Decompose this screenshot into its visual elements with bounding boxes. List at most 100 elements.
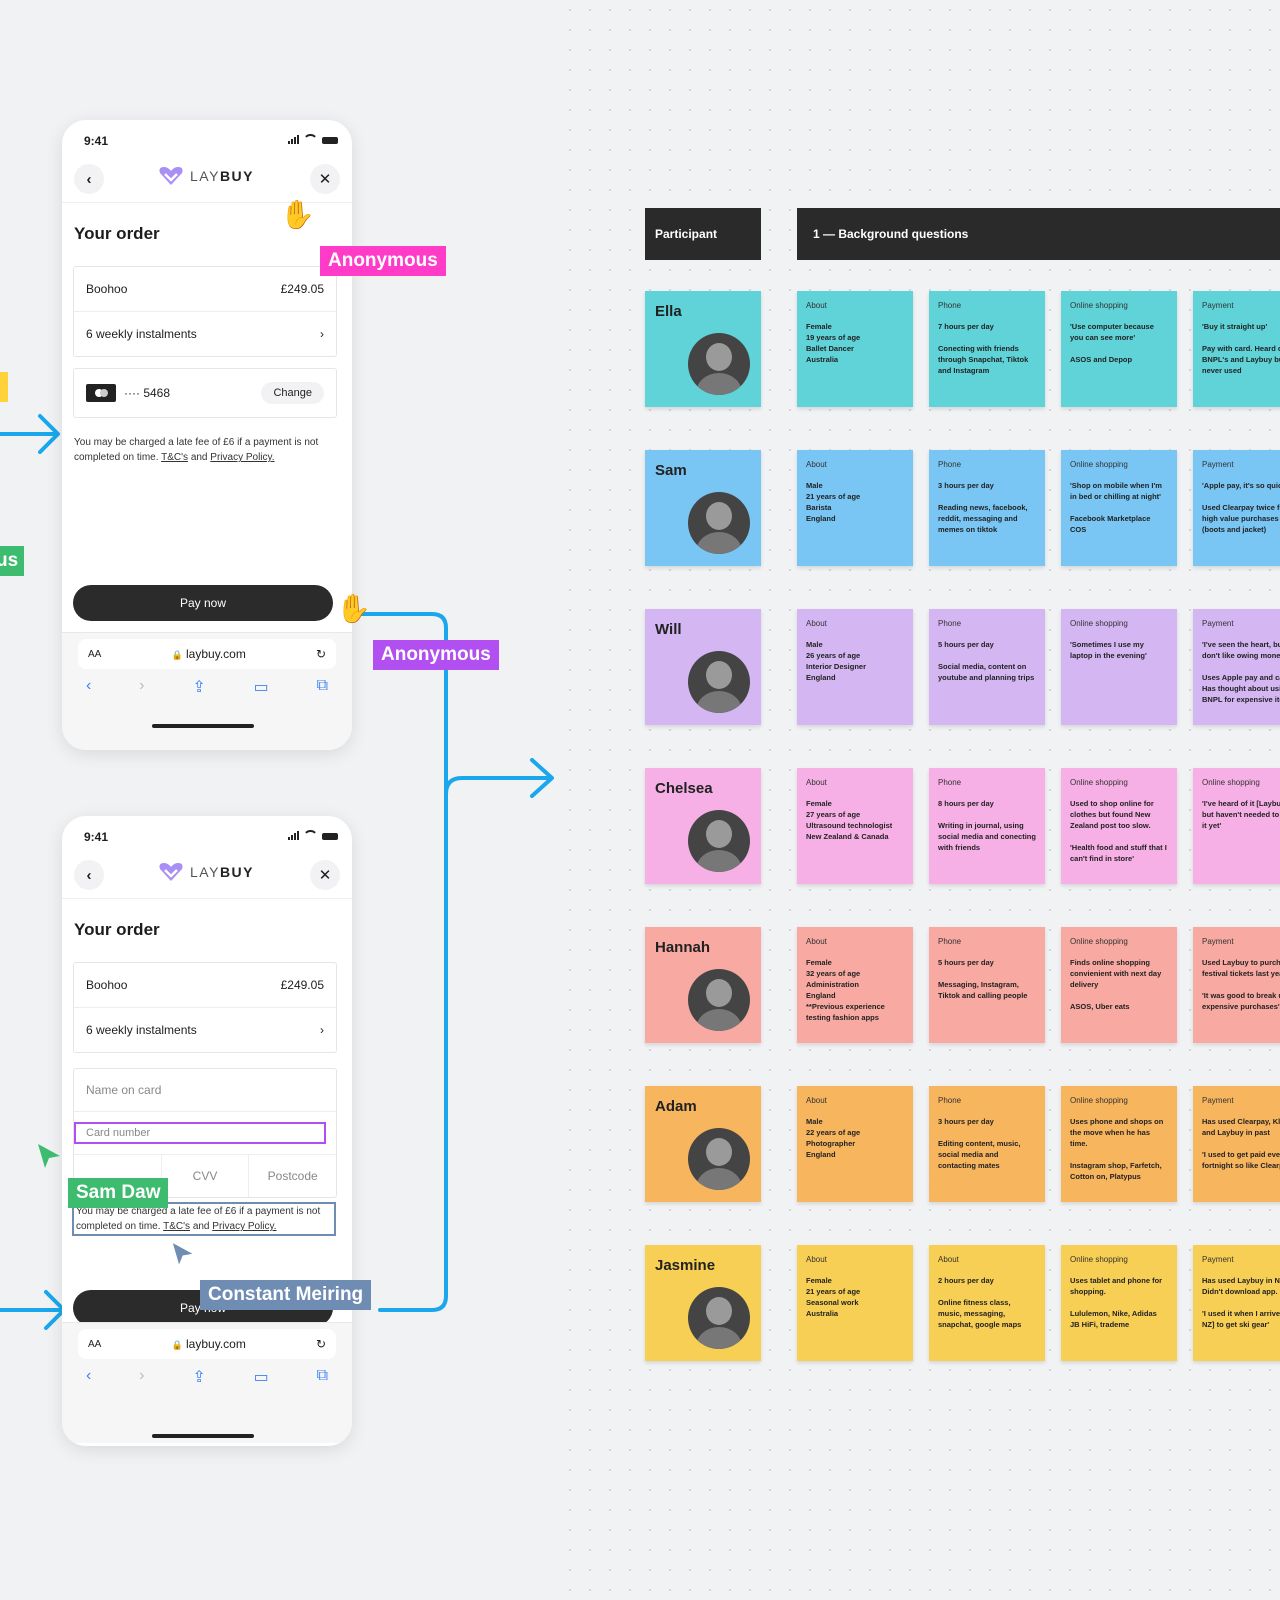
participant-name: Adam (655, 1098, 697, 1115)
share-icon[interactable]: ⇪ (192, 677, 205, 697)
sticky-note[interactable]: Online shopping Used to shop online for c… (1061, 768, 1177, 884)
chevron-right-icon: › (320, 327, 324, 341)
sticky-note[interactable]: About Female 27 years of age Ultrasound t… (797, 768, 913, 884)
battery-icon (322, 137, 338, 144)
close-button[interactable]: ✕ (310, 860, 340, 890)
sticky-note-text: 7 hours per day Conecting with friends t… (938, 322, 1029, 375)
hand-cursor-icon: ✋ (280, 199, 315, 230)
sticky-note-text: Has used Laybuy in NZ. Didn't download a… (1202, 1276, 1280, 1329)
participant-avatar (688, 333, 750, 395)
bookmarks-icon[interactable]: ▭ (254, 677, 269, 697)
participant-card-will[interactable]: Will (645, 609, 761, 725)
sticky-note[interactable]: About Female 32 years of age Administrati… (797, 927, 913, 1043)
sticky-note[interactable]: Phone 3 hours per day Editing content, mu… (929, 1086, 1045, 1202)
sticky-note-label: About (806, 778, 827, 787)
sticky-note[interactable]: Phone 7 hours per day Conecting with frie… (929, 291, 1045, 407)
privacy-link[interactable]: Privacy Policy. (210, 452, 274, 463)
text-size-button[interactable]: AA (88, 649, 101, 660)
close-button[interactable]: ✕ (310, 164, 340, 194)
status-icons (288, 830, 338, 840)
sticky-note[interactable]: Phone 3 hours per day Reading news, faceb… (929, 450, 1045, 566)
reload-icon[interactable]: ↻ (316, 647, 326, 661)
back-button[interactable]: ‹ (74, 860, 104, 890)
sticky-note-text: 3 hours per day Editing content, music, … (938, 1117, 1021, 1170)
forward-arrow-icon[interactable]: › (139, 677, 144, 697)
sticky-note[interactable]: Phone 5 hours per day Social media, conte… (929, 609, 1045, 725)
sticky-note[interactable]: Payment Has used Clearpay, Klarna and Lay… (1193, 1086, 1280, 1202)
participant-card-chelsea[interactable]: Chelsea (645, 768, 761, 884)
privacy-link[interactable]: Privacy Policy. (212, 1221, 276, 1232)
sticky-note-label: Payment (1202, 1255, 1234, 1264)
instalments-row[interactable]: 6 weekly instalments › (74, 311, 336, 356)
close-icon: ✕ (318, 171, 332, 188)
sticky-note[interactable]: About Male 26 years of age Interior Desig… (797, 609, 913, 725)
tabs-icon[interactable]: ⧉ (317, 1367, 328, 1387)
sticky-note-text: Female 19 years of age Ballet Dancer Aus… (806, 322, 861, 364)
safari-toolbar: AA 🔒 laybuy.com ↻ ‹ › ⇪ ▭ ⧉ (62, 632, 352, 750)
sticky-note-text: 3 hours per day Reading news, facebook, … (938, 481, 1028, 534)
sticky-note[interactable]: Online shopping 'Sometimes I use my lapto… (1061, 609, 1177, 725)
share-icon[interactable]: ⇪ (192, 1367, 205, 1387)
sticky-note[interactable]: About Male 21 years of age Barista Englan… (797, 450, 913, 566)
instalments-label: 6 weekly instalments (86, 327, 197, 341)
participant-card-sam[interactable]: Sam (645, 450, 761, 566)
sticky-note-text: 'Shop on mobile when I'm in bed or chill… (1070, 481, 1162, 534)
postcode-input[interactable]: Postcode (248, 1155, 336, 1197)
instalments-row[interactable]: 6 weekly instalments › (74, 1007, 336, 1052)
sticky-note-label: Online shopping (1070, 460, 1128, 469)
sticky-note[interactable]: Online shopping Uses tablet and phone for… (1061, 1245, 1177, 1361)
sticky-note-label: About (806, 460, 827, 469)
pay-now-button[interactable]: Pay now (73, 585, 333, 621)
sticky-note[interactable]: Payment 'Apple pay, it's so quick' Used C… (1193, 450, 1280, 566)
pointer-cursor-icon (38, 1144, 60, 1168)
sticky-note[interactable]: Payment Used Laybuy to purchase festival … (1193, 927, 1280, 1043)
sticky-note-text: Female 32 years of age Administration En… (806, 958, 885, 1022)
sticky-note[interactable]: Payment 'Buy it straight up' Pay with car… (1193, 291, 1280, 407)
sticky-note[interactable]: About 2 hours per day Online fitness clas… (929, 1245, 1045, 1361)
participant-card-hannah[interactable]: Hannah (645, 927, 761, 1043)
back-arrow-icon[interactable]: ‹ (86, 677, 91, 697)
sticky-note[interactable]: Online shopping 'Use computer because you… (1061, 291, 1177, 407)
sticky-note[interactable]: Phone 8 hours per day Writing in journal,… (929, 768, 1045, 884)
sticky-note[interactable]: About Female 21 years of age Seasonal wor… (797, 1245, 913, 1361)
name-on-card-input[interactable]: Name on card (74, 1069, 336, 1111)
sticky-note[interactable]: Online shopping Uses phone and shops on t… (1061, 1086, 1177, 1202)
reload-icon[interactable]: ↻ (316, 1337, 326, 1351)
back-arrow-icon[interactable]: ‹ (86, 1367, 91, 1387)
address-bar[interactable]: AA 🔒 laybuy.com ↻ (78, 1329, 336, 1359)
payment-card-row: ···· 5468 Change (73, 368, 337, 418)
page-title: Your order (74, 920, 160, 939)
forward-arrow-icon[interactable]: › (139, 1367, 144, 1387)
sticky-note-text: 'Buy it straight up' Pay with card. Hear… (1202, 322, 1280, 375)
address-bar[interactable]: AA 🔒 laybuy.com ↻ (78, 639, 336, 669)
sticky-note[interactable]: Phone 5 hours per day Messaging, Instagra… (929, 927, 1045, 1043)
change-card-button[interactable]: Change (261, 382, 324, 404)
sticky-note[interactable]: About Male 22 years of age Photographer E… (797, 1086, 913, 1202)
card-number-input[interactable]: Card number (74, 1122, 326, 1144)
sticky-note[interactable]: Online shopping Finds online shopping con… (1061, 927, 1177, 1043)
participant-card-adam[interactable]: Adam (645, 1086, 761, 1202)
sticky-note[interactable]: Payment Has used Laybuy in NZ. Didn't dow… (1193, 1245, 1280, 1361)
participant-card-jasmine[interactable]: Jasmine (645, 1245, 761, 1361)
participant-name: Chelsea (655, 780, 713, 797)
back-button[interactable]: ‹ (74, 164, 104, 194)
sticky-note[interactable]: Online shopping 'I've heard of it [Laybuy… (1193, 768, 1280, 884)
sticky-note[interactable]: Payment 'I've seen the heart, but don't l… (1193, 609, 1280, 725)
sticky-note[interactable]: Online shopping 'Shop on mobile when I'm … (1061, 450, 1177, 566)
cvv-input[interactable]: CVV (160, 1155, 249, 1197)
bookmarks-icon[interactable]: ▭ (254, 1367, 269, 1387)
chevron-left-icon: ‹ (86, 866, 92, 884)
sticky-note-text: 2 hours per day Online fitness class, mu… (938, 1276, 1022, 1329)
tc-link[interactable]: T&C's (161, 452, 188, 463)
participant-card-ella[interactable]: Ella (645, 291, 761, 407)
participant-name: Will (655, 621, 682, 638)
sticky-note-text: Male 21 years of age Barista England (806, 481, 861, 523)
text-size-button[interactable]: AA (88, 1339, 101, 1350)
order-summary: Boohoo £249.05 6 weekly instalments › (73, 962, 337, 1053)
tabs-icon[interactable]: ⧉ (317, 677, 328, 697)
sticky-note[interactable]: About Female 19 years of age Ballet Dance… (797, 291, 913, 407)
mastercard-icon (86, 384, 116, 402)
tc-link[interactable]: T&C's (163, 1221, 190, 1232)
sticky-note-text: Uses phone and shops on the move when he… (1070, 1117, 1164, 1181)
sticky-note-label: Online shopping (1070, 1255, 1128, 1264)
